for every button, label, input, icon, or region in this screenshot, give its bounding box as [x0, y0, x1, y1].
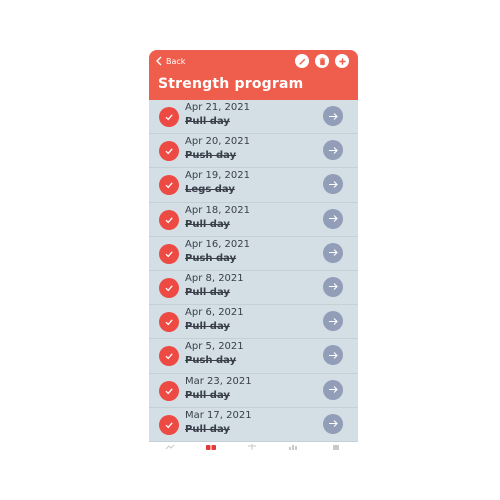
workout-name: Pull day	[185, 321, 230, 333]
checkmark-icon[interactable]	[159, 107, 179, 127]
plus-icon	[338, 57, 346, 65]
heart-icon[interactable]	[206, 444, 216, 450]
trash-icon	[319, 57, 325, 65]
edit-button[interactable]	[295, 54, 309, 68]
header-actions	[295, 54, 349, 68]
workout-date: Apr 20, 2021	[185, 136, 251, 148]
header: Back Strength program	[149, 50, 358, 100]
workout-name: Pull day	[185, 286, 230, 298]
app-screen: Back Strength program Apr 21, 2021 Pull d…	[149, 50, 358, 450]
workout-row[interactable]: Apr 8, 2021 Pull day	[149, 271, 358, 306]
workout-date: Mar 17, 2021	[185, 409, 252, 421]
arrow-right-icon[interactable]	[323, 106, 343, 126]
checkmark-icon[interactable]	[159, 243, 179, 264]
arrow-right-icon[interactable]	[323, 174, 343, 195]
workout-row[interactable]: Apr 5, 2021 Push day	[149, 339, 358, 374]
workout-name: Push day	[185, 252, 237, 264]
workout-name: Pull day	[185, 389, 230, 401]
edit-icon	[298, 58, 305, 65]
checkmark-icon[interactable]	[159, 175, 179, 196]
workout-date: Apr 19, 2021	[185, 170, 251, 182]
arrow-right-icon[interactable]	[323, 276, 343, 297]
checkmark-icon[interactable]	[159, 312, 179, 333]
arrow-right-icon[interactable]	[323, 242, 343, 263]
workout-date: Apr 16, 2021	[185, 238, 251, 250]
workout-row[interactable]: Mar 23, 2021 Pull day	[149, 374, 358, 408]
stats-icon[interactable]	[165, 444, 175, 450]
bars-icon[interactable]	[288, 444, 298, 450]
workout-name: Legs day	[185, 184, 235, 196]
checkmark-icon[interactable]	[159, 380, 179, 401]
workout-date: Apr 21, 2021	[185, 102, 251, 113]
workout-row[interactable]: Apr 19, 2021 Legs day	[149, 168, 358, 203]
add-button[interactable]	[335, 54, 349, 68]
workout-row[interactable]: Apr 21, 2021 Pull day	[149, 100, 358, 135]
workout-row[interactable]: Apr 18, 2021 Pull day	[149, 203, 358, 237]
workout-name: Pull day	[185, 423, 230, 435]
checkmark-icon[interactable]	[159, 141, 179, 162]
workout-name: Push day	[185, 150, 237, 162]
arrow-right-icon[interactable]	[323, 413, 343, 434]
page-title: Strength program	[158, 76, 304, 92]
delete-button[interactable]	[315, 54, 329, 68]
workout-date: Mar 23, 2021	[185, 375, 252, 387]
workout-date: Apr 8, 2021	[185, 272, 244, 284]
checkmark-icon[interactable]	[159, 414, 179, 435]
arrow-right-icon[interactable]	[323, 208, 343, 229]
workout-row[interactable]: Apr 16, 2021 Push day	[149, 237, 358, 271]
arrow-right-icon[interactable]	[323, 379, 343, 400]
workout-list: Apr 21, 2021 Pull day Apr 20, 2021 Push day…	[149, 100, 358, 442]
workout-name: Pull day	[185, 116, 230, 127]
back-button[interactable]: Back	[155, 56, 185, 66]
checkmark-icon[interactable]	[159, 209, 179, 230]
workout-row[interactable]: Apr 6, 2021 Pull day	[149, 305, 358, 340]
arrow-right-icon[interactable]	[323, 311, 343, 332]
workout-name: Pull day	[185, 218, 230, 230]
workout-date: Apr 5, 2021	[185, 341, 244, 353]
workout-row[interactable]: Apr 20, 2021 Push day	[149, 134, 358, 169]
tab-bar	[149, 442, 358, 450]
workout-name: Push day	[185, 355, 237, 367]
chevron-left-icon	[156, 56, 162, 66]
checkmark-icon[interactable]	[159, 346, 179, 367]
figure-icon[interactable]	[247, 444, 257, 450]
checkmark-icon[interactable]	[159, 277, 179, 298]
arrow-right-icon[interactable]	[323, 345, 343, 366]
workout-row[interactable]: Mar 17, 2021 Pull day	[149, 408, 358, 442]
workout-date: Apr 6, 2021	[185, 307, 244, 319]
workout-date: Apr 18, 2021	[185, 204, 251, 216]
back-label: Back	[166, 56, 186, 66]
arrow-right-icon[interactable]	[323, 140, 343, 161]
calendar-icon[interactable]	[331, 444, 341, 450]
